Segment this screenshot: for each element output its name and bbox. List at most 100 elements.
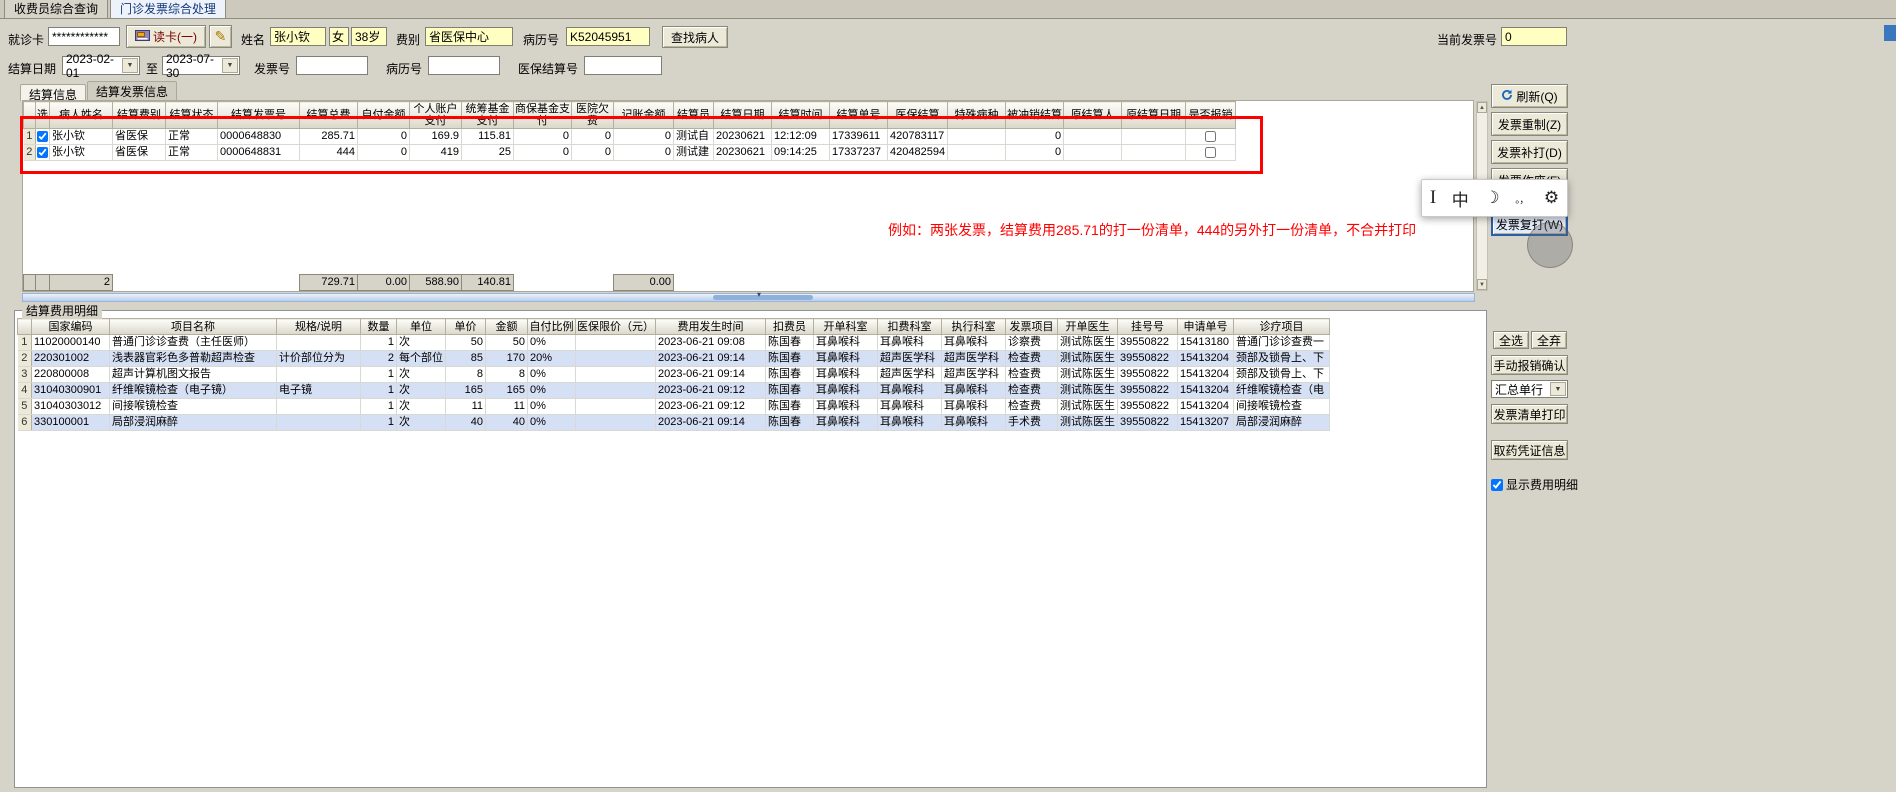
tab-settlement-info[interactable]: 结算信息 xyxy=(20,84,87,102)
detail-cell: 普通门诊诊查费一 xyxy=(1233,334,1330,351)
detail-cell: 8 xyxy=(485,366,528,383)
tab-cashier-query[interactable]: 收费员综合查询 xyxy=(4,0,109,18)
column-header[interactable]: 申请单号 xyxy=(1177,318,1234,335)
ime-settings-gear-icon[interactable]: ⚙ xyxy=(1544,188,1559,208)
column-header[interactable]: 费用发生时间 xyxy=(655,318,766,335)
edit-card-button[interactable]: ✎ xyxy=(209,25,232,48)
scroll-down-icon[interactable] xyxy=(1477,279,1487,290)
invoice-list-print-button[interactable]: 发票清单打印 xyxy=(1491,404,1568,424)
column-header[interactable]: 诊疗项目 xyxy=(1233,318,1330,335)
detail-cell: 纤维喉镜检查（电子镜） xyxy=(109,382,277,399)
detail-group-title: 结算费用明细 xyxy=(22,302,103,319)
invoice-no-input[interactable] xyxy=(296,56,368,75)
detail-cell: 39550822 xyxy=(1117,382,1178,399)
full-half-width-icon[interactable]: ☽ xyxy=(1484,188,1499,208)
detail-cell: 39550822 xyxy=(1117,398,1178,415)
tab-invoice-processing[interactable]: 门诊发票综合处理 xyxy=(110,0,227,18)
summary-cell xyxy=(1184,275,1234,291)
insurance-no-input[interactable] xyxy=(584,56,662,75)
column-header[interactable]: 开单医生 xyxy=(1057,318,1118,335)
summary-cell xyxy=(1004,275,1062,291)
detail-cell: 超声医学科 xyxy=(941,350,1006,367)
column-header[interactable]: 金额 xyxy=(485,318,528,335)
detail-cell: 耳鼻喉科 xyxy=(941,382,1006,399)
detail-row[interactable]: 6 330100001 局部浸润麻醉 1 次 40 40 0% 2023-06-21 09:14… xyxy=(17,414,1330,431)
detail-cell: 耳鼻喉科 xyxy=(941,398,1006,415)
column-header[interactable]: 开单科室 xyxy=(813,318,878,335)
row-number-cell: 2 xyxy=(17,350,32,367)
column-header[interactable]: 医保限价（元） xyxy=(575,318,656,335)
column-header[interactable]: 自付比例 xyxy=(527,318,576,335)
filter-mrn-input[interactable] xyxy=(428,56,500,75)
date-from-combo[interactable]: 2023-02-01 xyxy=(62,52,140,80)
detail-cell: 耳鼻喉科 xyxy=(813,366,878,383)
name-input[interactable] xyxy=(270,27,326,46)
column-header[interactable]: 执行科室 xyxy=(941,318,1006,335)
summary-mode-combo[interactable]: 汇总单行 xyxy=(1491,380,1568,398)
read-card-button[interactable]: 读卡(一) xyxy=(126,25,206,48)
find-patient-button[interactable]: 查找病人 xyxy=(662,26,728,48)
page-tab-bar: 结算信息 结算发票信息 xyxy=(20,81,178,102)
detail-row[interactable]: 3 220800008 超声计算机图文报告 1 次 8 8 0% 2023-06-21 09:1… xyxy=(17,366,1330,383)
detail-cell xyxy=(575,382,656,399)
column-header[interactable]: 发票项目 xyxy=(1005,318,1058,335)
detail-cell: 85 xyxy=(445,350,486,367)
refresh-button[interactable]: 刷新(Q) xyxy=(1491,84,1568,108)
detail-row[interactable]: 4 31040300901 纤维喉镜检查（电子镜） 电子镜 1 次 165 165 0% 2023… xyxy=(17,382,1330,399)
visit-card-input[interactable] xyxy=(48,27,120,46)
summary-mode-value: 汇总单行 xyxy=(1495,382,1544,397)
splitter-handle-icon[interactable] xyxy=(713,290,813,300)
invoice-remake-button[interactable]: 发票重制(Z) xyxy=(1491,112,1568,136)
detail-cell: 耳鼻喉科 xyxy=(877,398,942,415)
summary-cell xyxy=(1062,275,1120,291)
summary-row: 2 729.71 0.00 588.90 140.81 0.00 xyxy=(23,274,1234,291)
column-header[interactable]: 单位 xyxy=(396,318,446,335)
detail-cell: 计价部位分为 xyxy=(276,350,361,367)
column-header[interactable]: 规格/说明 xyxy=(276,318,361,335)
detail-row[interactable]: 2 220301002 浅表器官彩色多普勒超声检查 计价部位分为 2 每个部位 85 170 2… xyxy=(17,350,1330,367)
column-header[interactable]: 扣费科室 xyxy=(877,318,942,335)
deselect-all-button[interactable]: 全弃 xyxy=(1531,331,1567,349)
manual-reimburse-button[interactable]: 手动报销确认 xyxy=(1491,355,1568,375)
detail-cell: 39550822 xyxy=(1117,350,1178,367)
show-detail-checkbox[interactable] xyxy=(1491,478,1503,491)
detail-cell: 测试陈医生 xyxy=(1057,414,1118,431)
detail-cell: 39550822 xyxy=(1117,334,1178,351)
column-header[interactable]: 扣费员 xyxy=(765,318,814,335)
column-header[interactable]: 项目名称 xyxy=(109,318,277,335)
column-header[interactable]: 数量 xyxy=(360,318,397,335)
fee-type-input[interactable] xyxy=(425,27,513,46)
scroll-up-icon[interactable] xyxy=(1477,102,1487,113)
pharmacy-voucher-button[interactable]: 取药凭证信息 xyxy=(1491,440,1568,460)
summary-cell: 729.71 xyxy=(299,274,358,291)
select-all-button[interactable]: 全选 xyxy=(1493,331,1529,349)
detail-cell: 间接喉镜检查 xyxy=(109,398,277,415)
detail-cell: 1 xyxy=(360,414,397,431)
column-header[interactable]: 挂号号 xyxy=(1117,318,1178,335)
clipped-toolbar-icon[interactable] xyxy=(1884,25,1896,41)
punctuation-icon[interactable]: 。， xyxy=(1515,191,1529,206)
gender-input[interactable] xyxy=(329,27,349,46)
summary-cell xyxy=(714,275,772,291)
summary-cell xyxy=(514,275,572,291)
detail-row[interactable]: 5 31040303012 间接喉镜检查 1 次 11 11 0% 2023-06-21 09:… xyxy=(17,398,1330,415)
current-invoice-input[interactable] xyxy=(1501,27,1567,46)
detail-cell: 2023-06-21 09:08 xyxy=(655,334,766,351)
summary-cell xyxy=(946,275,1004,291)
horizontal-splitter[interactable] xyxy=(22,290,1475,302)
column-header[interactable]: 国家编码 xyxy=(31,318,110,335)
ime-toolbar[interactable]: I 中 ☽ 。， ⚙ xyxy=(1421,179,1568,217)
column-header[interactable]: 单价 xyxy=(445,318,486,335)
date-to-combo[interactable]: 2023-07-30 xyxy=(162,52,240,80)
button-label: 刷新(Q) xyxy=(1516,89,1558,104)
detail-cell: 局部浸润麻醉 xyxy=(109,414,277,431)
ime-chinese-mode-icon[interactable]: 中 xyxy=(1452,186,1469,211)
text-cursor-icon: I xyxy=(1429,187,1437,208)
detail-cell: 测试陈医生 xyxy=(1057,382,1118,399)
detail-cell: 电子镜 xyxy=(276,382,361,399)
invoice-supplement-print-button[interactable]: 发票补打(D) xyxy=(1491,140,1568,164)
mrn-input[interactable] xyxy=(566,27,650,46)
age-input[interactable] xyxy=(351,27,387,46)
tab-settlement-invoice-info[interactable]: 结算发票信息 xyxy=(87,81,178,101)
detail-row[interactable]: 1 11020000140 普通门诊诊查费（主任医师） 1 次 50 50 0% 2023-06… xyxy=(17,334,1330,351)
